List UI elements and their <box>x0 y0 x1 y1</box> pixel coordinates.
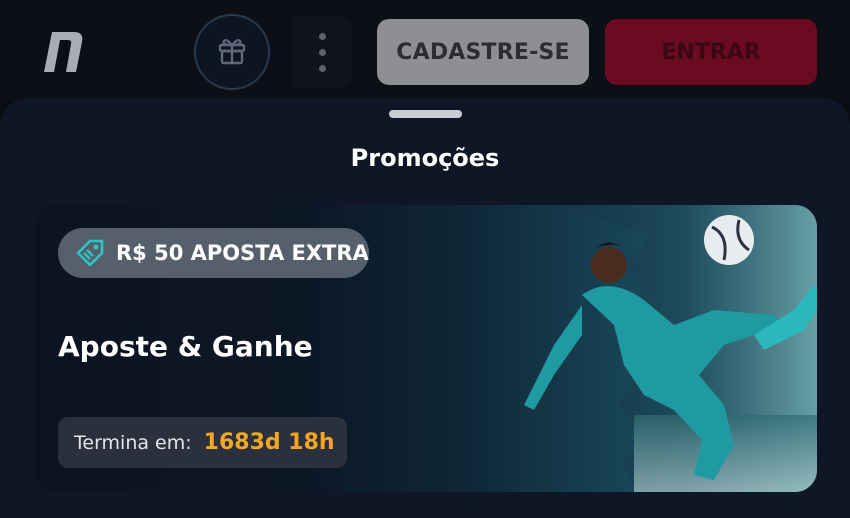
gift-button[interactable] <box>194 14 270 90</box>
bonus-badge: R$ 50 APOSTA EXTRA <box>58 228 369 278</box>
bonus-badge-label: R$ 50 APOSTA EXTRA <box>116 241 369 265</box>
gift-icon <box>217 35 247 69</box>
top-bar: CADASTRE-SE ENTRAR <box>0 0 850 100</box>
sheet-grab-handle[interactable] <box>389 110 462 118</box>
tag-icon <box>74 237 106 269</box>
promo-title: Aposte & Ganhe <box>58 330 313 363</box>
signup-button[interactable]: CADASTRE-SE <box>377 19 589 85</box>
more-options-button[interactable] <box>292 16 352 88</box>
page-title: Promoções <box>350 144 500 172</box>
countdown-box: Termina em: 1683d 18h <box>58 417 347 468</box>
brand-logo-icon[interactable] <box>38 28 86 74</box>
more-vertical-icon <box>318 32 326 40</box>
countdown-value: 1683d 18h <box>203 430 335 455</box>
countdown-label: Termina em: <box>74 431 192 454</box>
login-button[interactable]: ENTRAR <box>605 19 817 85</box>
